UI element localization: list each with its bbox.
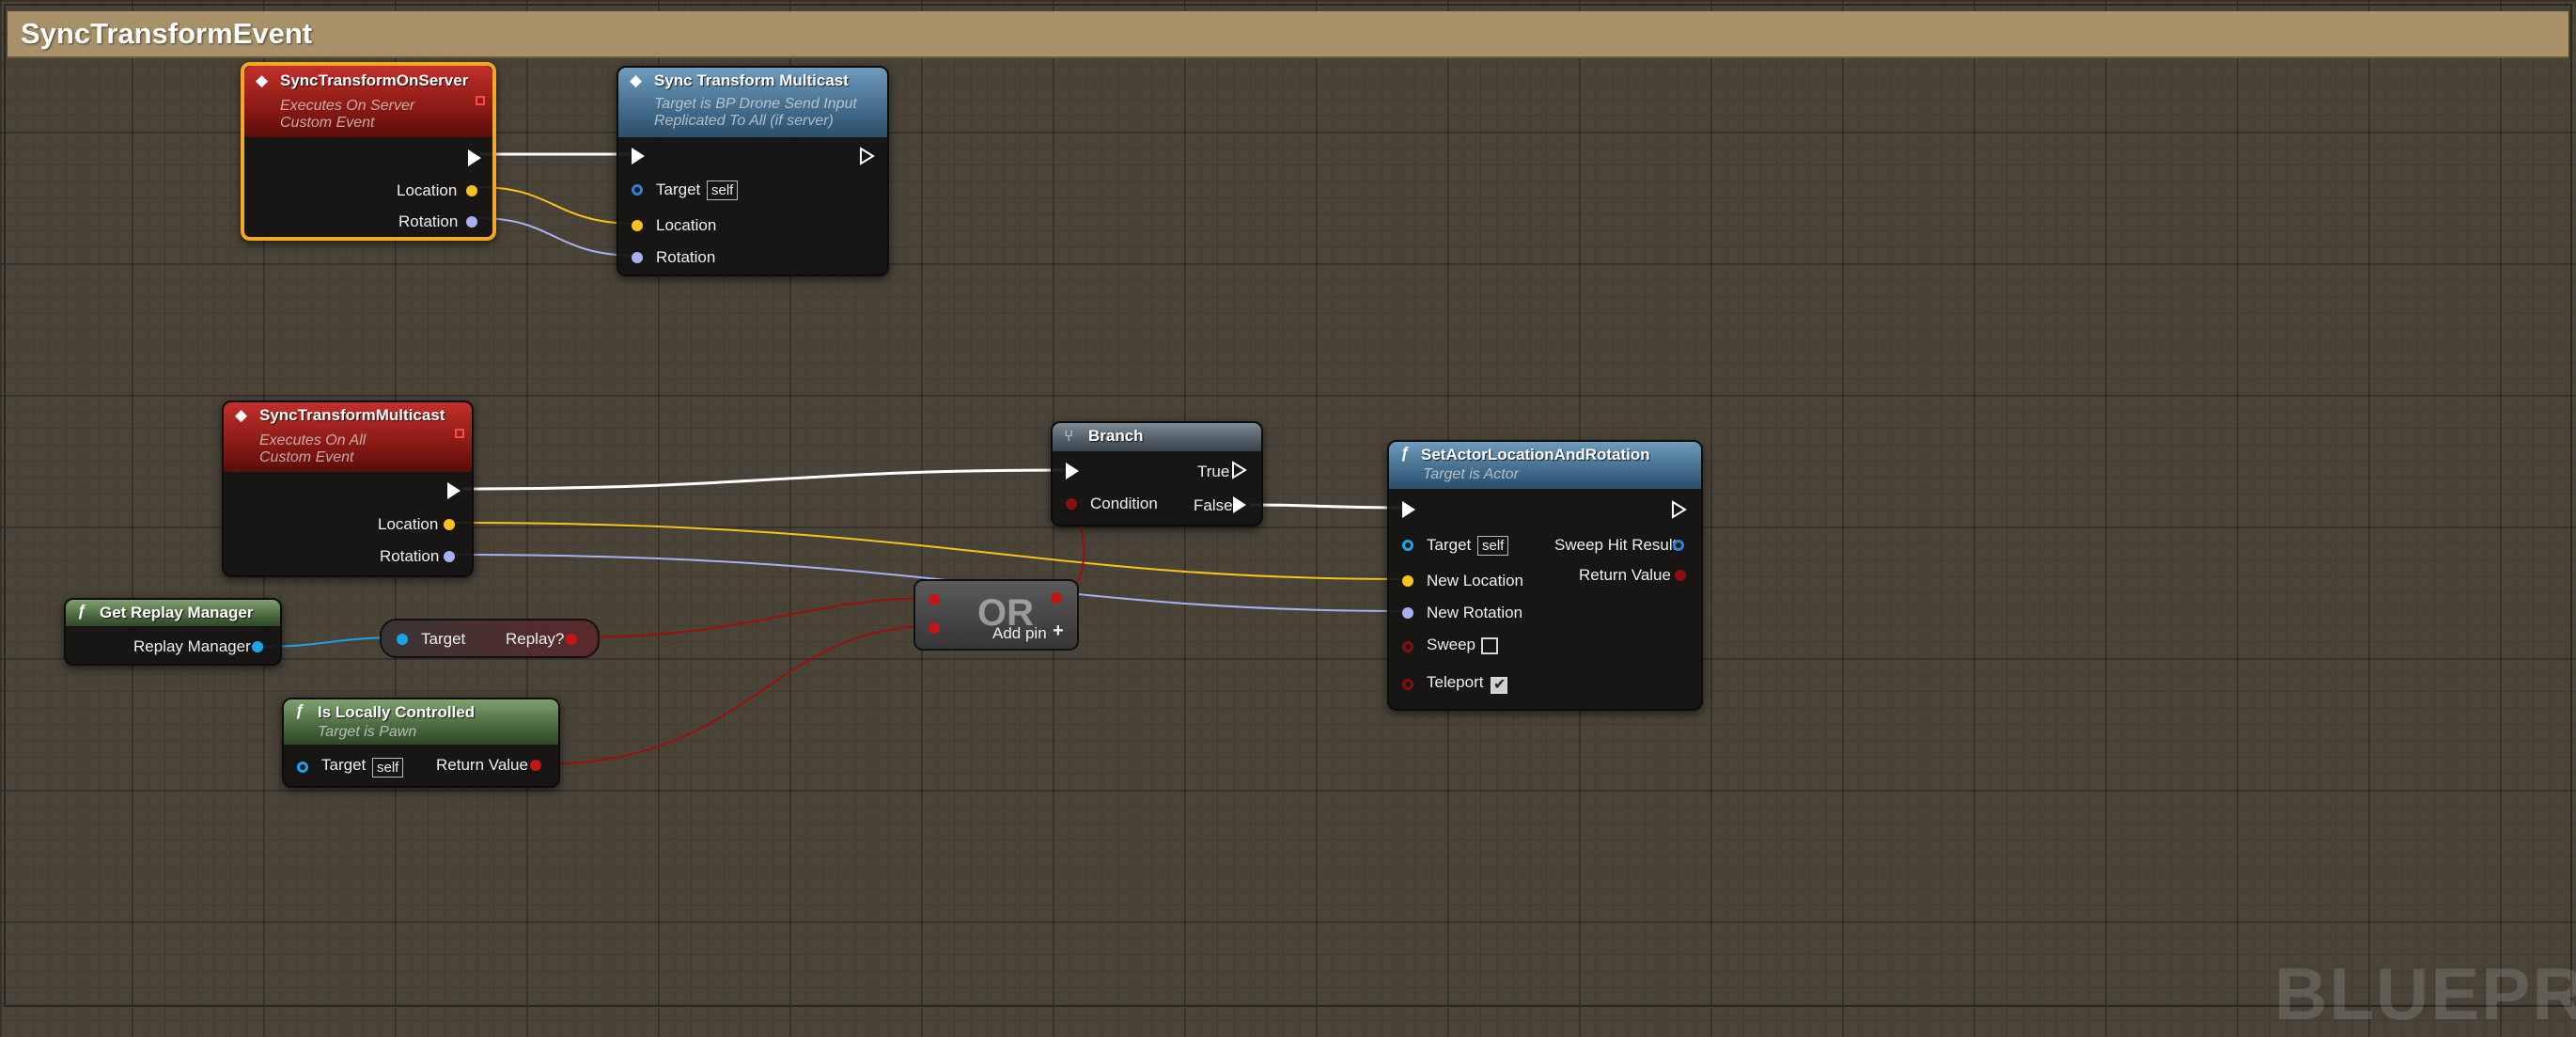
pin-label-rotation: Rotation: [398, 212, 459, 230]
event-diamond-icon: ◆: [630, 71, 643, 89]
sweep-hit-result-pin[interactable]: [1673, 540, 1684, 551]
rotation-in-pin[interactable]: [632, 252, 643, 263]
blueprint-watermark: BLUEPRI: [2274, 952, 2576, 1035]
node-subtitle: Target is Pawn: [318, 724, 417, 740]
teleport-pin[interactable]: [1402, 679, 1413, 690]
target-default-value[interactable]: self: [707, 181, 739, 200]
replay-out-pin[interactable]: [566, 634, 577, 645]
target-default-value[interactable]: self: [1477, 536, 1509, 556]
node-title: SyncTransformMulticast: [259, 406, 445, 424]
pin-label-false: False: [1194, 496, 1233, 514]
or-input-a-pin[interactable]: [929, 594, 940, 605]
replication-icon: [455, 429, 464, 438]
sweep-checkbox[interactable]: [1481, 637, 1498, 654]
replay-manager-out-pin[interactable]: [252, 641, 263, 652]
new-location-pin[interactable]: [1402, 575, 1413, 587]
comment-box-header[interactable]: SyncTransformEvent: [8, 11, 2568, 58]
exec-in-pin[interactable]: [1066, 463, 1079, 479]
node-subtitle: Custom Event: [259, 449, 354, 465]
replication-icon: [476, 96, 485, 105]
node-title: SyncTransformOnServer: [280, 71, 469, 89]
node-title: Get Replay Manager: [100, 604, 254, 621]
exec-out-pin[interactable]: [1671, 500, 1688, 519]
set-actor-location-and-rotation-node[interactable]: ƒ SetActorLocationAndRotation Target is …: [1387, 440, 1703, 711]
sync-transform-multicast-event-node[interactable]: ◆ SyncTransformMulticast Executes On All…: [222, 401, 474, 577]
pin-label-rotation: Rotation: [380, 547, 440, 565]
new-rotation-pin[interactable]: [1402, 607, 1413, 619]
pin-label-replay-manager: Replay Manager: [133, 637, 251, 655]
target-pin[interactable]: [632, 184, 643, 196]
replay-variable-node[interactable]: Target Replay?: [380, 619, 600, 658]
pin-label-new-location: New Location: [1427, 572, 1524, 589]
target-pin[interactable]: [1402, 540, 1413, 551]
exec-out-pin[interactable]: [447, 482, 461, 499]
node-subtitle: Replicated To All (if server): [654, 113, 834, 129]
pin-label-new-rotation: New Rotation: [1427, 604, 1523, 621]
rotation-out-pin[interactable]: [466, 216, 477, 228]
plus-icon[interactable]: +: [1053, 621, 1064, 642]
node-header: [1053, 423, 1261, 451]
pin-label-replay: Replay?: [506, 630, 565, 648]
pin-label-sweep: Sweep: [1427, 636, 1475, 653]
exec-in-pin[interactable]: [632, 148, 645, 165]
exec-out-pin-false[interactable]: [1233, 496, 1246, 513]
node-subtitle: Executes On Server: [280, 98, 415, 114]
pin-label-true: True: [1197, 463, 1230, 480]
target-pin[interactable]: [397, 634, 408, 645]
pin-label-target: Target: [421, 630, 466, 648]
node-subtitle: Custom Event: [280, 115, 375, 131]
comment-title: SyncTransformEvent: [21, 17, 313, 50]
pin-label-return-value: Return Value: [1579, 566, 1671, 584]
node-subtitle: Target is Actor: [1423, 466, 1519, 482]
return-value-pin[interactable]: [530, 760, 541, 771]
pin-label-return-value: Return Value: [436, 756, 528, 774]
node-title: Sync Transform Multicast: [654, 71, 849, 89]
exec-in-pin[interactable]: [1402, 501, 1415, 518]
pin-label-rotation: Rotation: [656, 248, 716, 266]
pin-label-location: Location: [378, 515, 439, 533]
teleport-checkbox[interactable]: [1491, 675, 1507, 694]
return-value-pin[interactable]: [1675, 570, 1686, 581]
exec-out-pin-true[interactable]: [1231, 461, 1248, 479]
node-subtitle: Executes On All: [259, 432, 367, 448]
function-f-icon: ƒ: [295, 701, 304, 719]
node-title: Is Locally Controlled: [318, 703, 476, 721]
pin-label-target: Target: [321, 756, 367, 774]
branch-icon: ⑂: [1064, 427, 1074, 445]
function-f-icon: ƒ: [1400, 444, 1410, 462]
pin-label-sweep-hit-result: Sweep Hit Result: [1554, 536, 1678, 554]
branch-node[interactable]: ⑂ Branch True Condition False: [1051, 421, 1263, 526]
pin-label-target: Target: [1427, 536, 1472, 554]
exec-out-pin[interactable]: [468, 149, 481, 166]
pin-label-location: Location: [656, 216, 717, 234]
pin-label-target: Target: [656, 181, 701, 198]
node-title: Branch: [1088, 427, 1144, 445]
target-default-value[interactable]: self: [372, 758, 404, 778]
sync-transform-multicast-call-node[interactable]: ◆ Sync Transform Multicast Target is BP …: [617, 66, 889, 276]
pin-label-teleport: Teleport: [1427, 673, 1484, 691]
sync-transform-on-server-node[interactable]: ◆ SyncTransformOnServer Executes On Serv…: [241, 62, 496, 241]
or-node[interactable]: OR Add pin +: [913, 579, 1079, 651]
is-locally-controlled-node[interactable]: ƒ Is Locally Controlled Target is Pawn T…: [282, 698, 560, 788]
location-in-pin[interactable]: [632, 220, 643, 231]
or-output-pin[interactable]: [1051, 592, 1062, 604]
pin-label-location: Location: [397, 181, 458, 199]
sweep-pin[interactable]: [1402, 641, 1413, 652]
condition-pin[interactable]: [1066, 498, 1077, 510]
location-out-pin[interactable]: [466, 185, 477, 196]
or-input-b-pin[interactable]: [929, 622, 940, 634]
function-f-icon: ƒ: [77, 602, 86, 620]
location-out-pin[interactable]: [444, 519, 455, 530]
node-title: SetActorLocationAndRotation: [1421, 446, 1650, 464]
add-pin-label[interactable]: Add pin: [992, 624, 1047, 643]
get-replay-manager-node[interactable]: ƒ Get Replay Manager Replay Manager: [64, 598, 282, 666]
node-subtitle: Target is BP Drone Send Input: [654, 96, 857, 112]
rotation-out-pin[interactable]: [444, 551, 455, 562]
exec-out-pin[interactable]: [859, 147, 876, 165]
pin-label-condition: Condition: [1090, 495, 1158, 512]
target-pin[interactable]: [297, 762, 308, 773]
event-diamond-icon: ◆: [235, 406, 248, 424]
event-diamond-icon: ◆: [256, 71, 269, 89]
